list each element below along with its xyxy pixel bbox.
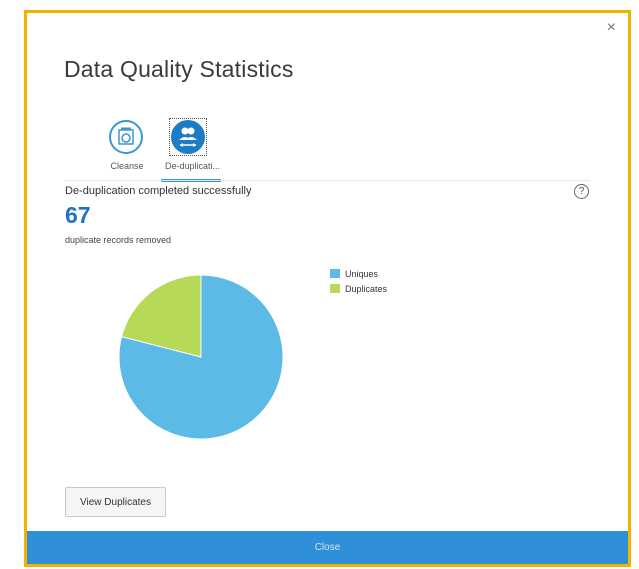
- divider: [64, 180, 590, 181]
- duplicate-count-caption: duplicate records removed: [65, 235, 172, 245]
- stats-tabs: Cleanse De-duplicati...: [97, 116, 227, 182]
- tab-deduplication[interactable]: De-duplicati...: [159, 116, 221, 182]
- help-icon[interactable]: ?: [574, 184, 589, 199]
- legend-item-uniques: Uniques: [330, 266, 387, 281]
- cleanse-icon: [109, 120, 143, 154]
- legend-label-uniques: Uniques: [345, 268, 379, 279]
- data-quality-dialog: × Data Quality Statistics Cleanse De-dup…: [24, 10, 631, 567]
- status-message: De-duplication completed successfully: [65, 185, 252, 197]
- tab-deduplication-label: De-duplicati...: [165, 161, 221, 171]
- chart-legend: Uniques Duplicates: [330, 266, 387, 296]
- users-merge-icon: [171, 120, 205, 154]
- view-duplicates-button[interactable]: View Duplicates: [65, 487, 166, 517]
- dialog-title: Data Quality Statistics: [64, 56, 294, 82]
- dedupe-pie-chart: [119, 275, 283, 439]
- tab-cleanse[interactable]: Cleanse: [97, 116, 157, 182]
- legend-label-duplicates: Duplicates: [345, 283, 388, 294]
- legend-swatch-uniques: [330, 269, 340, 278]
- legend-swatch-duplicates: [330, 284, 340, 293]
- duplicate-count: 67: [65, 202, 91, 228]
- legend-item-duplicates: Duplicates: [330, 281, 387, 296]
- close-icon[interactable]: ×: [607, 19, 616, 37]
- close-button[interactable]: Close: [27, 531, 628, 564]
- tab-cleanse-label: Cleanse: [110, 161, 144, 171]
